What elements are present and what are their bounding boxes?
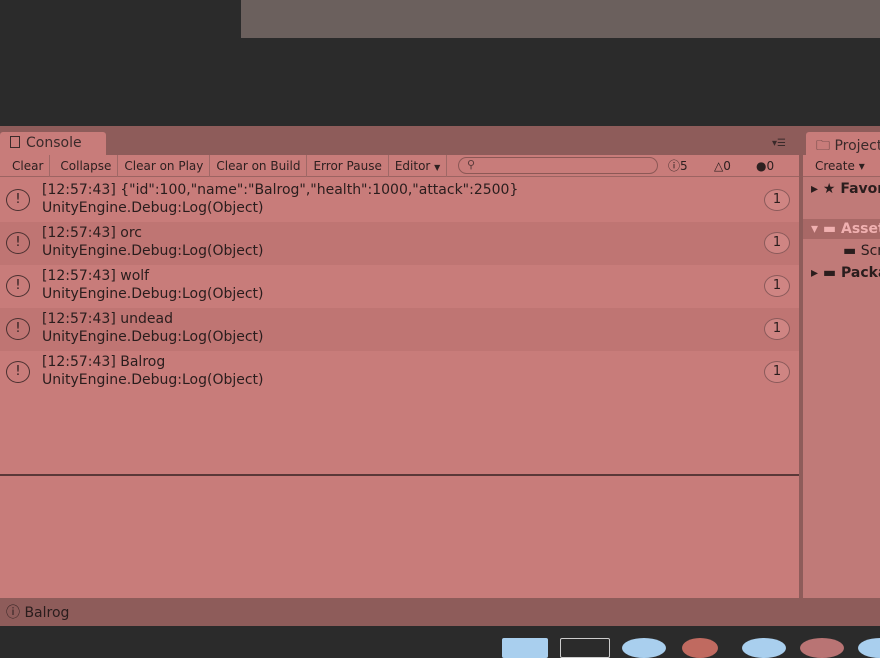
tree-item-assets[interactable]: ▾ ▬ Assets — [811, 221, 880, 237]
warning-toggle[interactable]: △0 — [714, 155, 731, 177]
editor-label: Editor — [394, 158, 431, 173]
console-panel: Clear Collapse Clear on Play Clear on Bu… — [0, 154, 799, 598]
dock-app-icon[interactable] — [560, 638, 610, 658]
create-label: Create — [815, 159, 855, 173]
log-entry[interactable]: ! [12:57:43] wolf UnityEngine.Debug:Log(… — [0, 265, 799, 308]
background-window — [241, 0, 880, 38]
tree-item-packages[interactable]: ▸ ▬ Packages — [811, 265, 880, 281]
info-icon: ! — [6, 189, 30, 211]
item-label: Packages — [841, 265, 880, 281]
log-entry[interactable]: ! [12:57:43] {"id":100,"name":"Balrog","… — [0, 179, 799, 222]
dock-app-icon[interactable] — [622, 638, 666, 658]
project-panel: Create ▾ ▸ ★ Favorites ▾ ▬ Assets ▬ Scri… — [803, 155, 880, 598]
create-dropdown[interactable]: Create ▾ — [803, 155, 880, 177]
error-count: 0 — [766, 159, 775, 173]
log-entry[interactable]: ! [12:57:43] undead UnityEngine.Debug:Lo… — [0, 308, 799, 351]
clear-on-play-button[interactable]: Clear on Play — [118, 154, 211, 177]
dock-app-icon[interactable] — [502, 638, 548, 658]
search-icon: ⚲ — [467, 158, 476, 171]
log-entry[interactable]: ! [12:57:43] orc UnityEngine.Debug:Log(O… — [0, 222, 799, 265]
tab-project[interactable]: 🗀 Project — [806, 132, 880, 156]
collapse-button[interactable]: Collapse — [54, 154, 119, 177]
warning-icon: △ — [714, 159, 724, 173]
log-stacktrace: UnityEngine.Debug:Log(Object) — [42, 329, 264, 345]
tree-item-scripts[interactable]: ▬ Scripts — [843, 243, 880, 259]
clear-on-build-button[interactable]: Clear on Build — [210, 154, 308, 177]
tab-console[interactable]: Console — [0, 132, 106, 156]
log-stacktrace: UnityEngine.Debug:Log(Object) — [42, 200, 264, 216]
collapse-count-badge: 1 — [764, 361, 790, 383]
collapse-count-badge: 1 — [764, 189, 790, 211]
collapse-count-badge: 1 — [764, 275, 790, 297]
dock-app-icon[interactable] — [858, 638, 880, 658]
info-icon: ⓘ — [6, 605, 20, 621]
log-message: [12:57:43] wolf — [42, 268, 150, 284]
log-message: [12:57:43] Balrog — [42, 354, 166, 370]
folder-icon: 🗀 — [816, 138, 835, 154]
tree-item-favorites[interactable]: ▸ ★ Favorites — [811, 181, 880, 197]
log-entry[interactable]: ! [12:57:43] Balrog UnityEngine.Debug:Lo… — [0, 351, 799, 394]
error-pause-button[interactable]: Error Pause — [307, 154, 389, 177]
info-icon: ⓘ — [668, 159, 681, 173]
dock-app-icon[interactable] — [742, 638, 786, 658]
console-icon — [10, 136, 20, 148]
info-icon: ! — [6, 275, 30, 297]
item-label: Assets — [841, 221, 880, 237]
collapse-count-badge: 1 — [764, 232, 790, 254]
dock-app-icon[interactable] — [800, 638, 844, 658]
status-bar[interactable]: ⓘ Balrog — [0, 598, 880, 626]
clear-button[interactable]: Clear — [6, 154, 51, 177]
error-icon: ● — [756, 159, 767, 173]
chevron-down-icon: ▼ — [434, 162, 441, 172]
log-stacktrace: UnityEngine.Debug:Log(Object) — [42, 372, 264, 388]
info-icon: ! — [6, 318, 30, 340]
status-message: Balrog — [24, 605, 70, 621]
search-input[interactable]: ⚲ — [458, 157, 658, 174]
log-message: [12:57:43] orc — [42, 225, 142, 241]
panel-menu-icon[interactable]: ▾☰ — [772, 138, 786, 149]
console-toolbar: Clear Collapse Clear on Play Clear on Bu… — [0, 154, 799, 177]
log-stacktrace: UnityEngine.Debug:Log(Object) — [42, 286, 264, 302]
split-divider[interactable] — [0, 474, 799, 476]
log-message: [12:57:43] {"id":100,"name":"Balrog","he… — [42, 182, 519, 198]
item-label: Scripts — [860, 243, 880, 259]
editor-dropdown[interactable]: Editor ▼ — [389, 154, 448, 177]
tab-label: Console — [26, 135, 82, 151]
info-count: 5 — [680, 159, 688, 173]
log-message: [12:57:43] undead — [42, 311, 173, 327]
collapse-count-badge: 1 — [764, 318, 790, 340]
info-icon: ! — [6, 361, 30, 383]
warning-count: 0 — [723, 159, 731, 173]
info-toggle[interactable]: ⓘ5 — [668, 155, 688, 177]
info-icon: ! — [6, 232, 30, 254]
dock-app-icon[interactable] — [682, 638, 718, 658]
log-stacktrace: UnityEngine.Debug:Log(Object) — [42, 243, 264, 259]
error-toggle[interactable]: ●0 — [756, 155, 774, 177]
tab-label: Project — [834, 138, 880, 154]
item-label: Favorites — [840, 181, 880, 197]
os-dock — [492, 628, 880, 658]
